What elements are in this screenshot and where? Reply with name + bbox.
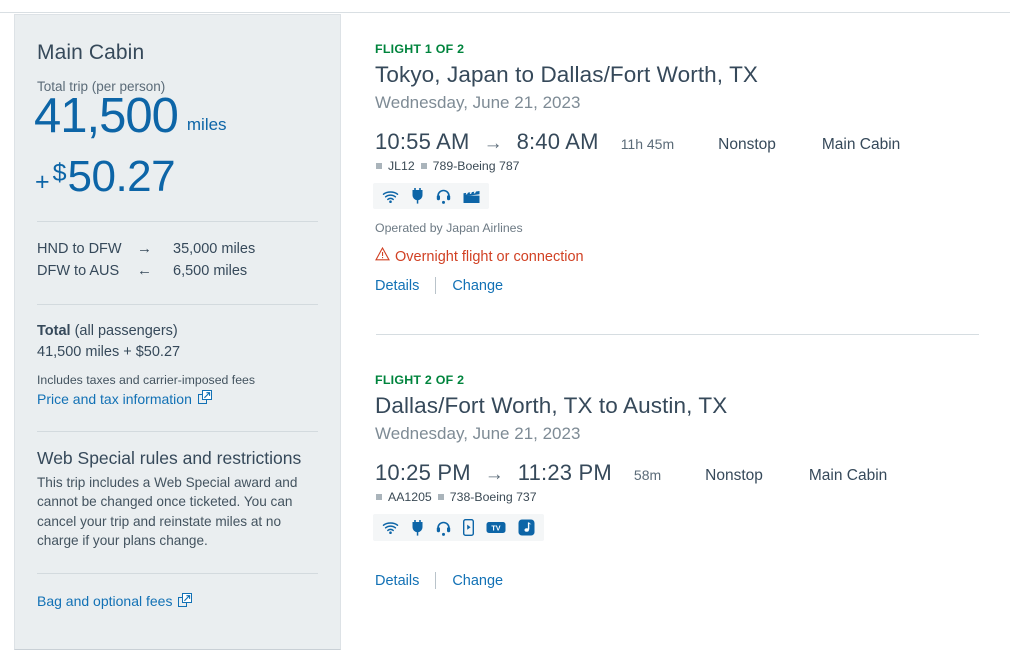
flight-equipment-row: AA1205 738-Boeing 737 xyxy=(376,490,978,504)
departure-time: 10:25 PM xyxy=(375,460,471,485)
overnight-warning: Overnight flight or connection xyxy=(375,246,978,266)
trip-price-sidebar: Main Cabin Total trip (per person) 41,50… xyxy=(14,14,341,650)
square-bullet-icon xyxy=(376,494,382,500)
amenities-list xyxy=(373,183,489,209)
flight-number: AA1205 xyxy=(388,490,432,504)
flight-cabin: Main Cabin xyxy=(821,136,901,153)
arrow-right-icon: → xyxy=(484,464,504,485)
top-divider xyxy=(0,12,1010,13)
flight-route-title: Dallas/Fort Worth, TX to Austin, TX xyxy=(375,393,728,418)
power-outlet-icon[interactable] xyxy=(411,188,424,204)
amenities-list: TV xyxy=(373,514,544,541)
link-separator xyxy=(435,572,437,589)
leg-route: HND to DFW xyxy=(37,241,122,257)
departure-time: 10:55 AM xyxy=(375,129,470,154)
aircraft-type: 738-Boeing 737 xyxy=(449,490,537,504)
leg-route: DFW to AUS xyxy=(37,263,120,279)
list-item: DFW to AUS ← 6,500 miles xyxy=(37,260,318,282)
flight-date: Wednesday, June 21, 2023 xyxy=(375,93,581,112)
sidebar-divider-3 xyxy=(37,430,318,432)
flights-list: FLIGHT 1 OF 2 Tokyo, Japan to Dallas/For… xyxy=(341,14,1010,650)
miles-total: 41,500 miles xyxy=(34,92,318,141)
price-and-tax-information-label: Price and tax information xyxy=(37,390,192,407)
flight-stops: Nonstop xyxy=(705,467,763,484)
details-link[interactable]: Details xyxy=(375,278,419,294)
tv-icon[interactable]: TV xyxy=(486,520,506,535)
flight-index-label: FLIGHT 2 OF 2 xyxy=(375,373,465,387)
square-bullet-icon xyxy=(376,163,382,169)
dollar-sign: $ xyxy=(52,159,67,187)
award-legs-list: HND to DFW → 35,000 miles DFW to AUS ← 6… xyxy=(37,238,318,282)
flight-actions-2: Details Change xyxy=(375,572,978,589)
flight-date: Wednesday, June 21, 2023 xyxy=(375,424,581,443)
web-special-rules-title: Web Special rules and restrictions xyxy=(37,447,302,468)
flight-route-title: Tokyo, Japan to Dallas/Fort Worth, TX xyxy=(375,62,759,87)
flight-cabin: Main Cabin xyxy=(808,467,888,484)
arrow-left-icon: ← xyxy=(137,262,152,279)
movie-icon[interactable] xyxy=(463,189,480,204)
headset-icon[interactable] xyxy=(436,520,451,536)
square-bullet-icon xyxy=(437,494,444,500)
grand-total-value: 41,500 miles + $50.27 xyxy=(37,344,181,360)
change-link[interactable]: Change xyxy=(452,573,503,589)
flight-card-1: FLIGHT 1 OF 2 Tokyo, Japan to Dallas/For… xyxy=(373,42,979,335)
link-separator xyxy=(435,277,437,294)
sidebar-divider-1 xyxy=(37,221,318,222)
flight-equipment-row: JL12 789-Boeing 787 xyxy=(376,159,978,173)
svg-text:TV: TV xyxy=(491,523,500,532)
change-link[interactable]: Change xyxy=(452,278,503,294)
flight-duration: 58m xyxy=(633,467,662,483)
device-streaming-icon[interactable] xyxy=(462,518,475,537)
bag-and-optional-fees-link[interactable]: Bag and optional fees xyxy=(37,592,193,610)
bag-and-optional-fees-label: Bag and optional fees xyxy=(37,593,173,609)
leg-miles: 6,500 miles xyxy=(173,263,248,279)
overnight-warning-text: Overnight flight or connection xyxy=(395,248,584,265)
miles-unit-label: miles xyxy=(186,115,227,134)
flight-times-row: 10:25 PM → 11:23 PM 58m Nonstop Main Cab… xyxy=(375,460,978,486)
details-link[interactable]: Details xyxy=(375,573,419,589)
arrival-time: 8:40 AM xyxy=(516,129,599,154)
miles-amount: 41,500 xyxy=(34,89,179,143)
sidebar-divider-2 xyxy=(37,304,318,305)
wifi-icon[interactable] xyxy=(382,520,399,535)
arrival-time: 11:23 PM xyxy=(517,460,612,485)
flight-duration: 11h 45m xyxy=(620,136,675,152)
square-bullet-icon xyxy=(420,163,427,169)
price-and-tax-information-link[interactable]: Price and tax information xyxy=(37,390,212,407)
grand-total-bold: Total xyxy=(37,323,71,339)
sidebar-divider-4 xyxy=(37,572,318,574)
power-outlet-icon[interactable] xyxy=(411,519,424,536)
money-total: + $ 50.27 xyxy=(35,151,318,199)
flight-actions-1: Details Change xyxy=(375,277,978,294)
award-trip-summary-page: Main Cabin Total trip (per person) 41,50… xyxy=(0,0,1010,654)
taxes-note: Includes taxes and carrier-imposed fees xyxy=(37,373,256,387)
external-link-icon xyxy=(197,390,212,407)
external-link-icon xyxy=(178,592,193,610)
flight-index-label: FLIGHT 1 OF 2 xyxy=(375,42,465,56)
headset-icon[interactable] xyxy=(436,188,451,204)
flight-section-divider xyxy=(376,334,979,335)
web-special-rules-body: This trip includes a Web Special award a… xyxy=(37,474,298,549)
grand-total-label: Total (all passengers) xyxy=(37,321,318,342)
operated-by-label: Operated by Japan Airlines xyxy=(375,221,523,235)
grand-total-rest: (all passengers) xyxy=(70,323,178,339)
list-item: HND to DFW → 35,000 miles xyxy=(37,238,318,260)
arrow-right-icon: → xyxy=(137,240,152,257)
flight-number: JL12 xyxy=(388,159,415,173)
money-amount: 50.27 xyxy=(67,152,176,201)
plus-sign: + xyxy=(35,168,50,196)
flight-times-row: 10:55 AM → 8:40 AM 11h 45m Nonstop Main … xyxy=(375,129,978,155)
aircraft-type: 789-Boeing 787 xyxy=(432,159,520,173)
music-icon[interactable] xyxy=(518,519,535,536)
flight-stops: Nonstop xyxy=(718,136,776,153)
cabin-title: Main Cabin xyxy=(37,41,145,64)
wifi-icon[interactable] xyxy=(382,189,399,204)
flight-card-2: FLIGHT 2 OF 2 Dallas/Fort Worth, TX to A… xyxy=(373,373,978,589)
leg-miles: 35,000 miles xyxy=(173,241,256,257)
warning-triangle-icon xyxy=(375,246,390,266)
arrow-right-icon: → xyxy=(483,133,503,154)
